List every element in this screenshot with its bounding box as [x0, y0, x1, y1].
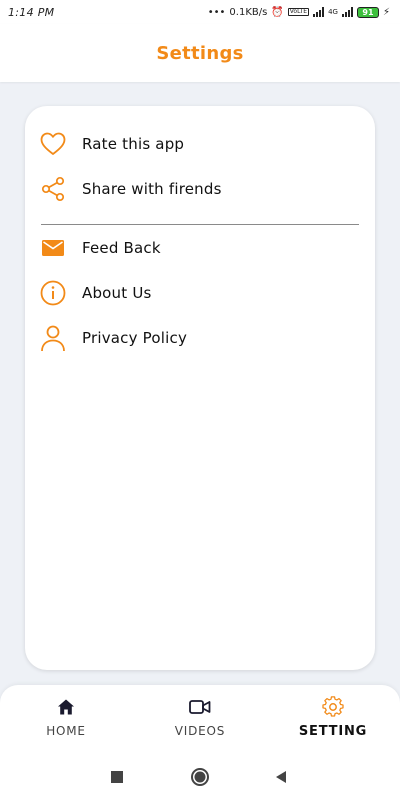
menu-item-label: Share with firends: [82, 180, 222, 198]
net-speed: 0.1KB/s: [229, 6, 268, 18]
heart-icon: [39, 130, 67, 158]
mail-icon: [39, 234, 67, 262]
charging-icon: ⚡: [382, 6, 390, 18]
alarm-icon: ⏰: [271, 6, 284, 18]
nav-videos[interactable]: VIDEOS: [145, 695, 255, 745]
menu-item-rate-app[interactable]: Rate this app: [39, 126, 359, 162]
menu-item-label: Privacy Policy: [82, 329, 188, 347]
info-icon: [39, 279, 67, 307]
menu-item-feedback[interactable]: Feed Back: [39, 230, 359, 266]
bottom-nav: HOME VIDEOS SETTING: [0, 685, 400, 752]
volte-badge: VoLTE: [287, 8, 310, 16]
status-icons: ••• 0.1KB/s ⏰ VoLTE 4G 91 ⚡: [207, 6, 390, 18]
menu-item-label: Rate this app: [82, 135, 185, 153]
signal-icon: [313, 7, 325, 17]
menu-item-share[interactable]: Share with firends: [39, 171, 359, 207]
settings-card: Rate this app Share with firends Feed Ba…: [25, 106, 375, 670]
menu-item-label: About Us: [82, 284, 152, 302]
person-icon: [39, 324, 67, 352]
nav-home[interactable]: HOME: [11, 695, 121, 745]
video-camera-icon: [189, 695, 211, 719]
network-type: 4G: [328, 8, 338, 16]
back-button[interactable]: [270, 766, 292, 788]
status-bar: 1:14 PM ••• 0.1KB/s ⏰ VoLTE 4G 91 ⚡: [0, 0, 400, 24]
page-title: Settings: [156, 42, 244, 64]
menu-item-about[interactable]: About Us: [39, 275, 359, 311]
nav-label: VIDEOS: [174, 724, 226, 738]
status-dots: •••: [207, 6, 226, 18]
home-icon: [57, 695, 75, 719]
menu-divider: [41, 224, 359, 225]
share-icon: [39, 175, 67, 203]
app-header: Settings: [0, 24, 400, 82]
gear-icon: [322, 695, 344, 719]
menu-item-privacy[interactable]: Privacy Policy: [39, 320, 359, 356]
menu-item-label: Feed Back: [82, 239, 161, 257]
nav-label: SETTING: [298, 724, 368, 739]
signal-icon-2: [341, 7, 353, 17]
nav-label: HOME: [46, 724, 86, 738]
nav-setting[interactable]: SETTING: [278, 695, 388, 745]
home-button[interactable]: [189, 766, 211, 788]
recent-apps-button[interactable]: [106, 766, 128, 788]
system-nav-bar: [0, 752, 400, 800]
battery-indicator: 91: [356, 6, 379, 18]
status-time: 1:14 PM: [8, 5, 55, 19]
